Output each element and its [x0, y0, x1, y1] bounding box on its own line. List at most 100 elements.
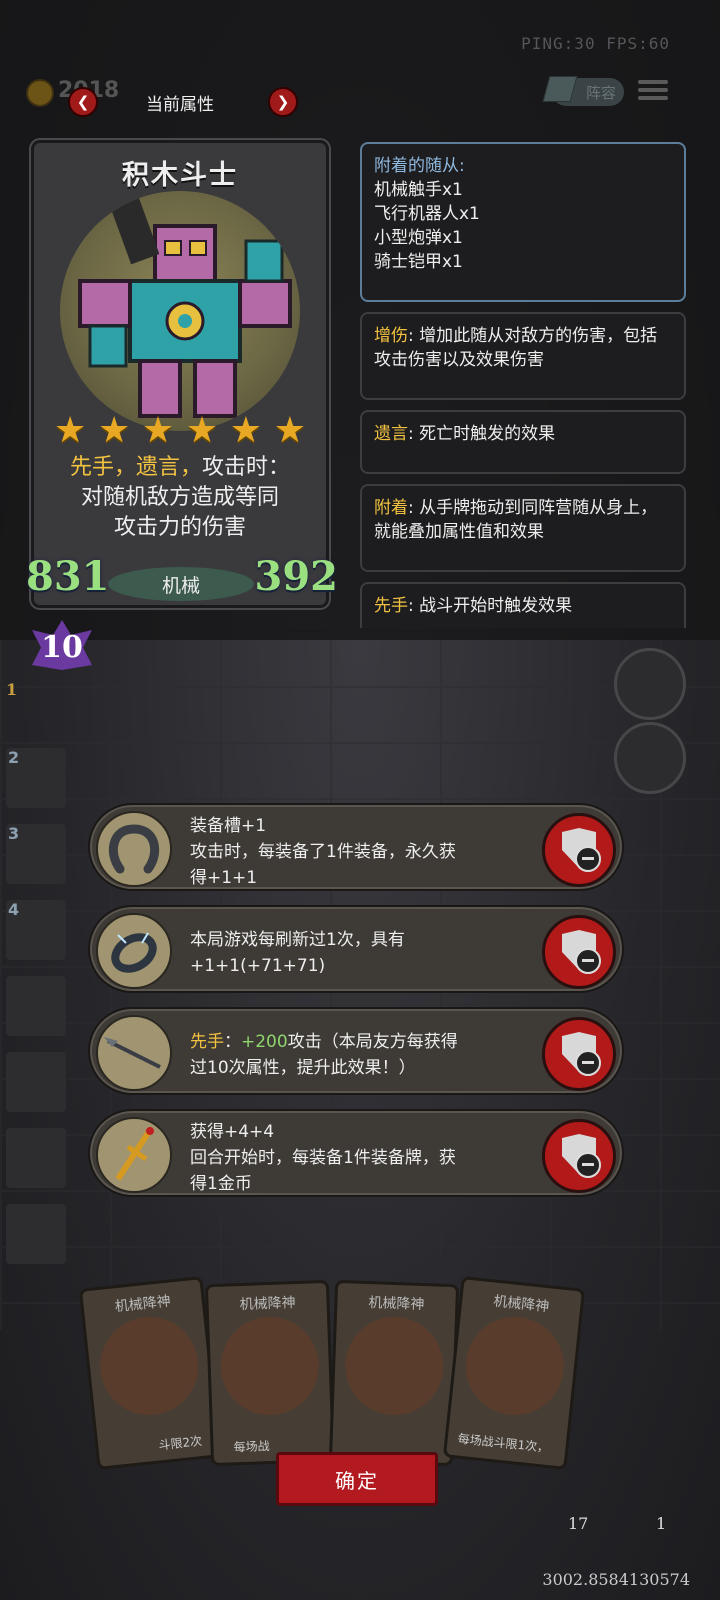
lineup-button[interactable]: 阵容 [542, 76, 624, 106]
equipment-text: 攻击（本局友方每获得 [287, 1032, 458, 1052]
slot-number: 4 [8, 900, 20, 919]
hand-card[interactable]: 机械降神 每场战斗限1次， [442, 1276, 586, 1470]
equipment-line: 得1金币 [190, 1174, 252, 1194]
hand-card-title: 机械降神 [368, 1295, 425, 1314]
desc-line: 攻击力的伤害 [113, 515, 246, 540]
minion-portrait [60, 191, 300, 431]
hand-card[interactable]: 机械降神 斗限2次 [78, 1276, 222, 1470]
keyword-text: 先手 [190, 1032, 224, 1052]
equipment-line: +1+1(+71+71) [190, 956, 326, 976]
tribe-badge: 机械 [108, 567, 254, 601]
attached-item: 小型炮弹x1 [374, 228, 463, 248]
lives-count: 1 [656, 1514, 667, 1533]
equipment-line: 本局游戏每刷新过1次，具有 [190, 930, 405, 950]
unit-slot[interactable]: 2 [6, 748, 66, 808]
glossary-text: : 从手牌拖动到同阵营随从身上，就能叠加属性值和效果 [374, 498, 658, 542]
unit-slot[interactable] [6, 1052, 66, 1112]
equipment-line: 过10次属性，提升此效果！） [190, 1058, 416, 1078]
hand-card-title: 机械降神 [492, 1293, 550, 1316]
remove-equipment-button[interactable] [542, 1119, 616, 1193]
slot-number: 1 [6, 680, 18, 699]
ping-fps-readout: PING:30 FPS:60 [521, 34, 670, 53]
equipment-description: 本局游戏每刷新过1次，具有 +1+1(+71+71) [190, 927, 542, 979]
star-rating: ★ ★ ★ ★ ★ ★ [54, 413, 306, 449]
skeleton-slot-button[interactable] [614, 722, 686, 794]
bonus-value: +200 [241, 1032, 288, 1052]
glossary-term: 增伤 [374, 326, 408, 346]
unit-slot[interactable] [6, 1204, 66, 1264]
hand-card-text: 斗限2次 [157, 1433, 203, 1453]
equipment-line: 回合开始时，每装备1件装备牌，获 [190, 1148, 456, 1168]
lineup-label: 阵容 [585, 83, 616, 102]
keyword-text: 先手，遗言， [69, 455, 202, 480]
equipment-row[interactable]: 先手：+200攻击（本局友方每获得 过10次属性，提升此效果！） [88, 1007, 624, 1095]
equipment-row[interactable]: 本局游戏每刷新过1次，具有 +1+1(+71+71) [88, 905, 624, 993]
glossary-panel: 遗言: 死亡时触发的效果 [360, 410, 686, 474]
hand-card-text: 每场战 [233, 1439, 270, 1455]
unit-slot[interactable]: 4 [6, 900, 66, 960]
attached-item: 机械触手x1 [374, 180, 463, 200]
hand-card[interactable]: 机械降神 [328, 1279, 460, 1467]
panel-title: 当前属性 [146, 95, 214, 115]
spear-icon [96, 1015, 172, 1091]
confirm-button[interactable]: 确定 [276, 1452, 438, 1506]
equipment-row[interactable]: 装备槽+1 攻击时，每装备了1件装备，永久获 得+1+1 [88, 803, 624, 891]
star-icon: ★ [141, 410, 175, 451]
glossary-text: : 死亡时触发的效果 [408, 424, 556, 444]
minus-icon [575, 846, 601, 872]
remove-equipment-button[interactable] [542, 915, 616, 989]
hand-card-art [219, 1315, 321, 1417]
menu-button[interactable] [638, 76, 668, 106]
hand-card[interactable]: 机械降神 每场战 [204, 1279, 336, 1467]
attack-value: 831 [26, 553, 110, 600]
attached-item: 骑士铠甲x1 [374, 252, 463, 272]
deck-count: 17 [568, 1514, 589, 1533]
slot-number: 2 [8, 748, 20, 767]
minion-card: 积木斗士 ★ ★ ★ ★ ★ ★ 先手，遗言，攻击时： 对随机敌方造成等同 攻击… [26, 143, 338, 605]
sword-icon [96, 1117, 172, 1193]
star-icon: ★ [185, 410, 219, 451]
equipment-line: 得+1+1 [190, 868, 258, 888]
unit-slot[interactable]: 3 [6, 824, 66, 884]
equipment-line: 攻击时，每装备了1件装备，永久获 [190, 842, 456, 862]
hand-card-title: 机械降神 [114, 1293, 172, 1316]
unit-slot[interactable] [6, 976, 66, 1036]
glossary-panel: 先手: 战斗开始时触发效果 [360, 582, 686, 628]
equipment-description: 先手：+200攻击（本局友方每获得 过10次属性，提升此效果！） [190, 1029, 542, 1081]
minus-icon [575, 948, 601, 974]
desc-line: 对随机敌方造成等同 [80, 485, 279, 510]
equipment-text: ： [224, 1032, 241, 1052]
attached-minions-panel: 附着的随从: 机械触手x1 飞行机器人x1 小型炮弹x1 骑士铠甲x1 [360, 142, 686, 302]
glossary-text: : 战斗开始时触发效果 [408, 596, 573, 616]
hand-card-art [343, 1315, 445, 1417]
equipment-line: 装备槽+1 [190, 816, 267, 836]
prev-arrow-button[interactable]: ❮ [68, 87, 98, 117]
star-icon: ★ [97, 410, 131, 451]
desc-text: 攻击时： [202, 455, 291, 480]
minus-icon [575, 1050, 601, 1076]
remove-equipment-button[interactable] [542, 813, 616, 887]
book-icon [542, 76, 578, 102]
remove-equipment-button[interactable] [542, 1017, 616, 1091]
menu-icon [638, 80, 668, 84]
health-value: 392 [254, 553, 339, 600]
equipment-description: 获得+4+4 回合开始时，每装备1件装备牌，获 得1金币 [190, 1119, 542, 1197]
glossary-term: 先手 [374, 596, 408, 616]
glossary-term: 附着 [374, 498, 408, 518]
glossary-panel: 附着: 从手牌拖动到同阵营随从身上，就能叠加属性值和效果 [360, 484, 686, 572]
equipment-row[interactable]: 获得+4+4 回合开始时，每装备1件装备牌，获 得1金币 [88, 1109, 624, 1197]
minus-icon [575, 1152, 601, 1178]
equipment-line: 获得+4+4 [190, 1122, 275, 1142]
gold-coin-icon [26, 79, 54, 107]
level-number: 10 [41, 630, 83, 665]
panel-heading: 附着的随从: [374, 156, 465, 176]
hand-card-title: 机械降神 [239, 1295, 296, 1314]
unit-slot[interactable] [6, 1128, 66, 1188]
hand-card-text: 每场战斗限1次， [457, 1431, 550, 1456]
chevron-left-icon: ❮ [76, 93, 90, 111]
horseshoe-icon [96, 811, 172, 887]
next-arrow-button[interactable]: ❯ [268, 87, 298, 117]
weapon-slot-button[interactable] [614, 648, 686, 720]
star-icon: ★ [229, 410, 263, 451]
glossary-panel: 增伤: 增加此随从对敌方的伤害，包括攻击伤害以及效果伤害 [360, 312, 686, 400]
